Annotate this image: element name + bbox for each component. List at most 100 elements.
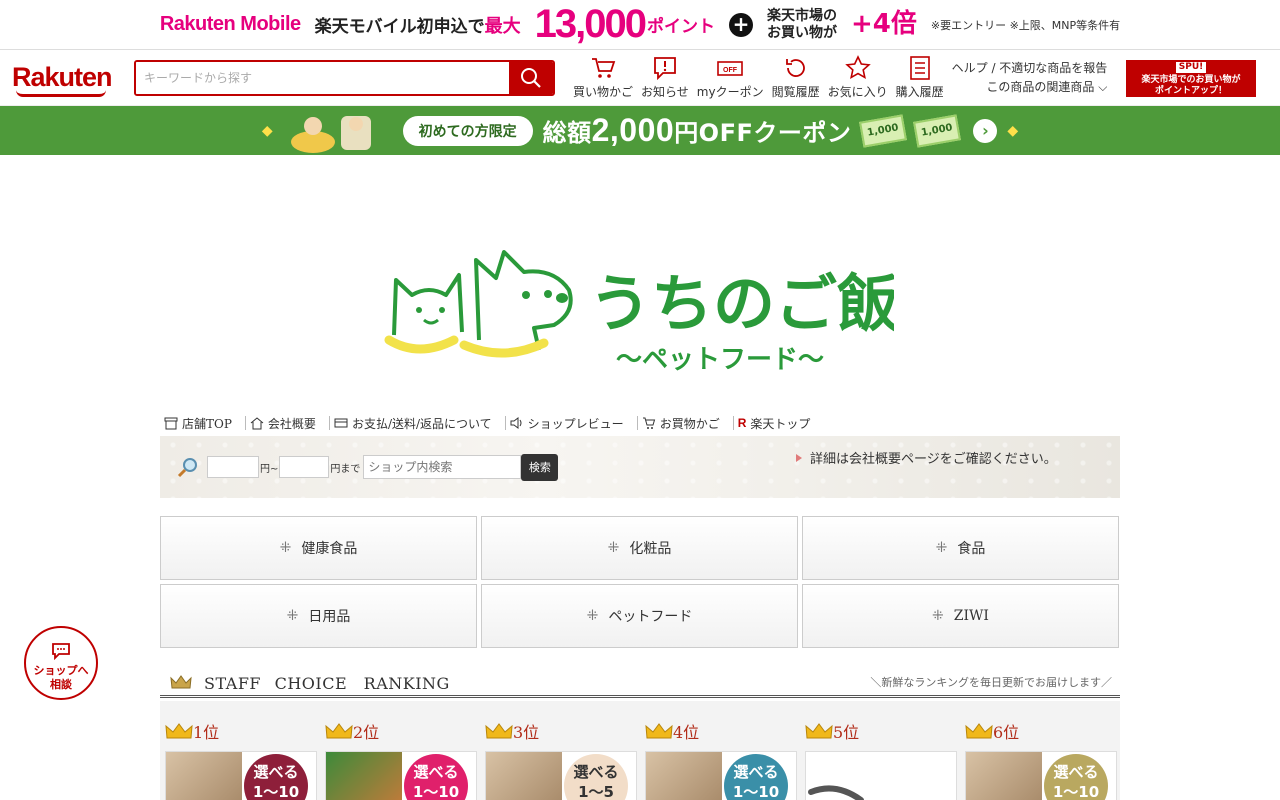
ranking-item-1[interactable]: 1位 選べる 1～10 <box>165 719 319 800</box>
rank-label: 1位 <box>193 723 220 742</box>
cross-icon: ⁜ <box>286 608 299 624</box>
cross-icon: ⁜ <box>607 540 620 556</box>
cart-icon <box>592 58 616 78</box>
help-link[interactable]: ヘルプ / 不適切な商品を報告 <box>952 59 1108 78</box>
shop-nav-review-label: ショップレビュー <box>527 416 624 431</box>
nav-coupon-label: myクーポン <box>696 85 764 99</box>
header-nav: 買い物かご お知らせ OFF myクーポン 閲覧履歴 お気に入り 購入履歴 <box>569 55 948 100</box>
shop-nav-company[interactable]: 会社概要 <box>246 416 330 431</box>
coupon-text: 総額2,000円OFFクーポン <box>542 112 852 148</box>
harness-icon <box>808 785 864 800</box>
card-icon <box>334 418 348 428</box>
nav-coupon[interactable]: OFF myクーポン <box>693 55 768 100</box>
shop-nav-rakuten-top-label: 楽天トップ <box>750 416 811 431</box>
category-label: 化粧品 <box>629 541 672 557</box>
product-image[interactable]: 選べる 1～10 <box>645 751 797 800</box>
shop-search-input[interactable] <box>363 455 522 479</box>
cat-photo <box>966 752 1042 800</box>
category-health-food[interactable]: ⁜ 健康食品 <box>160 516 477 580</box>
product-image[interactable]: 選べる 1～10 <box>165 751 317 800</box>
sparkle-icon: ◆ <box>261 122 273 139</box>
shop-logo[interactable]: うちのご飯 〜ペットフード〜 <box>384 240 894 380</box>
list-icon <box>909 56 930 80</box>
cat-icon <box>392 273 464 336</box>
choose-badge: 選べる 1～10 <box>404 754 468 800</box>
crown-icon <box>170 674 192 688</box>
related-items-label: この商品の関連商品 <box>986 79 1095 94</box>
price-max-input[interactable] <box>279 456 330 478</box>
product-image[interactable]: 選べる 1～10 <box>965 751 1117 800</box>
spu-logo: SPU! <box>1175 62 1207 73</box>
search-button[interactable] <box>509 61 553 94</box>
price-min-unit: 円~ <box>260 463 279 475</box>
chevron-right-icon[interactable]: › <box>973 118 998 143</box>
shop-nav-payment[interactable]: お支払/送料/返品について <box>330 416 506 431</box>
shop-notice-text: 詳細は会社概要ページをご確認ください。 <box>810 452 1057 467</box>
promo-points: ポイント <box>646 17 715 37</box>
chat-bubble-icon <box>52 643 70 661</box>
product-image[interactable]: 選べる 1～5 <box>485 751 637 800</box>
category-pet-food[interactable]: ⁜ ペットフード <box>481 584 798 648</box>
shop-nav-cart[interactable]: お買物かご <box>638 416 734 431</box>
promo-banner[interactable]: Rakuten Mobile 楽天モバイル初申込で最大 13,000 ポイント … <box>0 0 1280 50</box>
shop-nav-top[interactable]: 店舗TOP <box>160 416 246 431</box>
nav-notice[interactable]: お知らせ <box>637 55 693 100</box>
chevron-down-icon: ⌵ <box>1098 79 1108 94</box>
nav-cart-label: 買い物かご <box>573 85 634 99</box>
nav-history-label: 閲覧履歴 <box>771 85 820 99</box>
ranking-title: STAFF CHOICE RANKING <box>204 673 450 693</box>
category-food[interactable]: ⁜ 食品 <box>802 516 1119 580</box>
shop-nav-rakuten-top[interactable]: R 楽天トップ <box>734 416 824 431</box>
ranking-item-3[interactable]: 3位 選べる 1～5 <box>485 719 639 800</box>
product-image[interactable]: 選べる 1～10 <box>325 751 477 800</box>
category-daily-goods[interactable]: ⁜ 日用品 <box>160 584 477 648</box>
rakuten-logo[interactable]: Rakuten <box>12 62 122 97</box>
svg-text:OFF: OFF <box>723 67 738 74</box>
shop-consult-button[interactable]: ショップへ 相談 <box>24 626 98 700</box>
shop-nav-review[interactable]: ショップレビュー <box>506 416 638 431</box>
global-search <box>134 59 555 96</box>
shop-search-button[interactable]: 検索 <box>521 453 559 481</box>
category-label: ペットフード <box>608 609 693 625</box>
shop-nav-cart-label: お買物かご <box>659 416 720 431</box>
nav-purchase-history-label: 購入履歴 <box>895 85 944 99</box>
crown-icon <box>805 723 833 739</box>
rank-label: 5位 <box>833 723 860 742</box>
plus-icon: + <box>728 12 753 37</box>
price-max-unit: 円まで <box>330 463 361 475</box>
cross-icon: ⁜ <box>586 608 599 624</box>
triangle-bullet-icon <box>796 453 802 462</box>
crown-icon <box>645 723 673 739</box>
price-min-input[interactable] <box>207 456 259 478</box>
shop-nav: 店舗TOP 会社概要 お支払/送料/返品について ショップレビュー お買物かご … <box>160 412 1120 434</box>
related-items-link[interactable]: この商品の関連商品 ⌵ <box>952 78 1108 97</box>
people-illustration-icon <box>290 115 371 153</box>
speaker-icon <box>510 417 522 429</box>
header-links: ヘルプ / 不適切な商品を報告 この商品の関連商品 ⌵ <box>952 59 1108 97</box>
cat-photo <box>646 752 722 800</box>
nav-favorites[interactable]: お気に入り <box>824 55 892 100</box>
shop-notice[interactable]: 詳細は会社概要ページをご確認ください。 <box>796 448 1057 467</box>
first-time-coupon-banner[interactable]: ◆ 初めての方限定 総額2,000円OFFクーポン 1,000 1,000 › … <box>0 106 1280 155</box>
nav-cart[interactable]: 買い物かご <box>569 55 637 100</box>
ranking-list: 1位 選べる 1～10 2位 選べる 1～10 3位 選べる 1～5 4位 選べる 1～… <box>160 701 1120 800</box>
nav-history[interactable]: 閲覧履歴 <box>768 55 824 100</box>
magnifier-icon <box>177 458 197 478</box>
category-label: 健康食品 <box>301 541 358 557</box>
choose-badge: 選べる 1～10 <box>1044 754 1108 800</box>
category-grid: ⁜ 健康食品 ⁜ 化粧品 ⁜ 食品 ⁜ 日用品 ⁜ ペットフード ⁜ ZIWI <box>160 516 1119 648</box>
coupon-icon: OFF <box>717 61 743 76</box>
cat-photo <box>166 752 242 800</box>
spu-banner[interactable]: SPU! 楽天市場でのお買い物が ポイントアップ！ <box>1126 60 1256 97</box>
search-input[interactable] <box>136 61 509 94</box>
ranking-item-6[interactable]: 6位 選べる 1～10 <box>965 719 1119 800</box>
rank-label: 2位 <box>353 723 380 742</box>
ranking-item-2[interactable]: 2位 選べる 1～10 <box>325 719 479 800</box>
category-ziwi[interactable]: ⁜ ZIWI <box>802 584 1119 648</box>
category-cosmetics[interactable]: ⁜ 化粧品 <box>481 516 798 580</box>
nav-purchase-history[interactable]: 購入履歴 <box>892 55 948 100</box>
coupon-bill-icon: 1,000 <box>913 113 962 148</box>
ranking-item-4[interactable]: 4位 選べる 1～10 <box>645 719 799 800</box>
product-image[interactable] <box>805 751 957 800</box>
ranking-item-5[interactable]: 5位 <box>805 719 959 800</box>
